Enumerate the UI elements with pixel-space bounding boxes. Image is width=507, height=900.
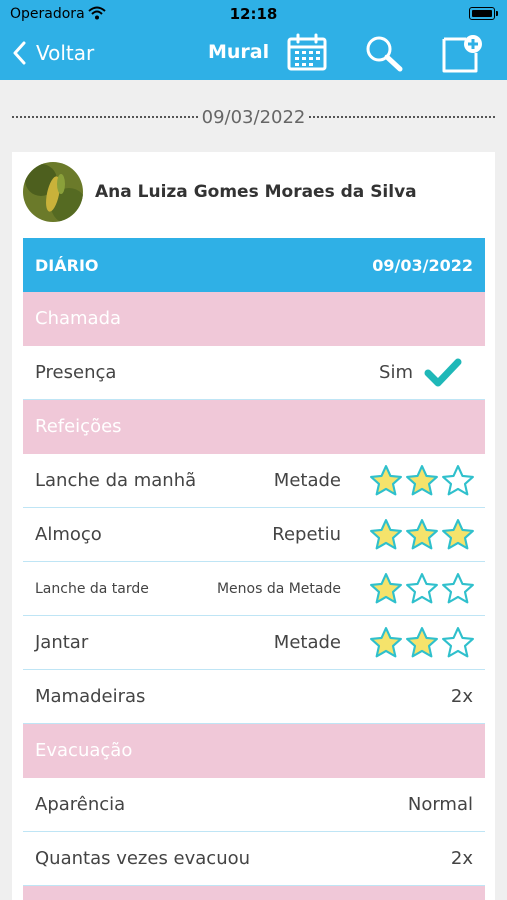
date-separator: 09/03/2022 (12, 104, 495, 130)
row-meal: Lanche da tarde Menos da Metade (23, 562, 485, 616)
status-bar: Operadora 12:18 (0, 0, 507, 28)
section-label: Refeições (35, 416, 122, 437)
row-label: Almoço (35, 524, 102, 545)
star-empty-icon (442, 573, 474, 604)
author-name: Ana Luiza Gomes Moraes da Silva (95, 182, 417, 202)
checkmark-icon (424, 358, 462, 387)
star-filled-icon (406, 519, 438, 550)
back-label: Voltar (36, 41, 95, 65)
chevron-left-icon (13, 41, 26, 65)
row-meal: Jantar Metade (23, 616, 485, 670)
row-value: Repetiu (272, 524, 341, 545)
row-value: Sim (379, 362, 413, 383)
star-empty-icon (406, 573, 438, 604)
row-value: Normal (407, 794, 473, 815)
avatar[interactable] (23, 162, 83, 222)
section-label: Evacuação (35, 740, 133, 761)
row-label: Jantar (35, 632, 89, 653)
row-value: Metade (273, 632, 341, 653)
star-filled-icon (370, 465, 402, 496)
diary-date: 09/03/2022 (372, 256, 473, 275)
row-label: Mamadeiras (35, 686, 146, 707)
row-label: Lanche da tarde (35, 581, 149, 597)
star-filled-icon (406, 627, 438, 658)
star-empty-icon (442, 627, 474, 658)
rating-stars (369, 626, 475, 660)
diary-rows: Chamada Presença Sim Refeições Lanche da… (23, 292, 485, 900)
star-filled-icon (370, 573, 402, 604)
star-filled-icon (406, 465, 438, 496)
post-card: Ana Luiza Gomes Moraes da Silva DIÁRIO 0… (12, 152, 495, 900)
row-mamadeiras: Mamadeiras 2x (23, 670, 485, 724)
section-next (23, 886, 485, 900)
star-filled-icon (370, 519, 402, 550)
battery-icon (469, 7, 498, 20)
star-filled-icon (442, 519, 474, 550)
date-separator-label: 09/03/2022 (201, 106, 306, 128)
star-filled-icon (370, 627, 402, 658)
rating-stars (369, 572, 475, 606)
star-empty-icon (442, 465, 474, 496)
rating-stars (369, 464, 475, 498)
row-label: Lanche da manhã (35, 470, 197, 491)
section-evacuacao: Evacuação (23, 724, 485, 778)
row-quantas-vezes: Quantas vezes evacuou 2x (23, 832, 485, 886)
rating-stars (369, 518, 475, 552)
new-post-icon[interactable] (440, 33, 484, 75)
section-refeicoes: Refeições (23, 400, 485, 454)
calendar-icon[interactable] (286, 33, 328, 73)
section-label: Chamada (35, 308, 122, 329)
section-chamada: Chamada (23, 292, 485, 346)
row-value: Menos da Metade (216, 581, 341, 597)
row-value: 2x (450, 686, 473, 707)
row-value: 2x (450, 848, 473, 869)
row-presenca: Presença Sim (23, 346, 485, 400)
row-meal: Almoço Repetiu (23, 508, 485, 562)
nav-bar: Voltar Mural (0, 28, 507, 80)
search-icon[interactable] (362, 33, 406, 73)
status-time: 12:18 (229, 5, 278, 23)
row-aparencia: Aparência Normal (23, 778, 485, 832)
page-title: Mural (208, 41, 270, 63)
diary-label: DIÁRIO (35, 256, 99, 275)
row-label: Aparência (35, 794, 126, 815)
back-button[interactable]: Voltar (12, 38, 94, 68)
row-value: Metade (273, 470, 341, 491)
row-label: Quantas vezes evacuou (35, 848, 251, 869)
diary-header: DIÁRIO 09/03/2022 (23, 238, 485, 292)
row-label: Presença (35, 362, 117, 383)
row-meal: Lanche da manhã Metade (23, 454, 485, 508)
